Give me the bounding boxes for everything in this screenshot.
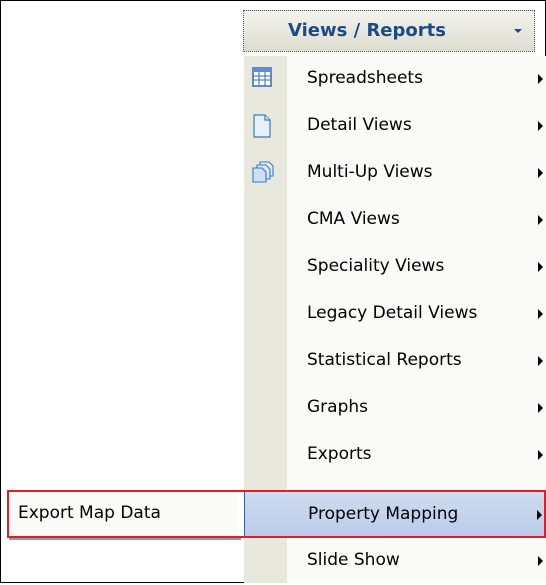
menu-item-label: Legacy Detail Views <box>307 303 478 323</box>
menu-item-label: Slide Show <box>307 550 400 570</box>
submenu-arrow-icon <box>538 74 543 84</box>
submenu-item-label: Export Map Data <box>18 503 161 523</box>
menu-item-label: Speciality Views <box>307 256 445 276</box>
submenu-arrow-icon <box>538 356 543 366</box>
menu-item-label: Spreadsheets <box>307 68 423 88</box>
property-mapping-submenu: Export Map Data <box>7 491 238 537</box>
multi-document-icon <box>252 161 274 185</box>
submenu-arrow-icon <box>538 121 543 131</box>
views-reports-menu-button[interactable]: Views / Reports <box>243 10 535 52</box>
views-reports-dropdown-menu: Spreadsheets Detail Views Multi-Up Views… <box>244 56 546 583</box>
menu-item-speciality-views[interactable]: Speciality Views <box>244 244 546 291</box>
menu-item-detail-views[interactable]: Detail Views <box>244 103 546 150</box>
chevron-down-icon <box>514 29 522 33</box>
menu-item-label: Exports <box>307 444 372 464</box>
menu-item-multi-up-views[interactable]: Multi-Up Views <box>244 150 546 197</box>
document-icon <box>252 114 274 138</box>
menu-item-cma-views[interactable]: CMA Views <box>244 197 546 244</box>
menu-item-label: Property Mapping <box>308 504 459 524</box>
menu-item-slide-show[interactable]: Slide Show <box>244 538 546 585</box>
menu-item-graphs[interactable]: Graphs <box>244 385 546 432</box>
views-reports-label: Views / Reports <box>288 20 446 41</box>
menu-item-label: Multi-Up Views <box>307 162 433 182</box>
menu-item-statistical-reports[interactable]: Statistical Reports <box>244 338 546 385</box>
menu-item-label: CMA Views <box>307 209 400 229</box>
submenu-arrow-icon <box>538 262 543 272</box>
menu-item-label: Graphs <box>307 397 369 417</box>
submenu-arrow-icon <box>537 510 542 520</box>
submenu-arrow-icon <box>538 309 543 319</box>
submenu-shadow <box>9 537 241 540</box>
menu-item-exports[interactable]: Exports <box>244 432 546 479</box>
submenu-arrow-icon <box>538 215 543 225</box>
menu-item-property-mapping[interactable]: Property Mapping <box>244 491 546 538</box>
submenu-arrow-icon <box>538 556 543 566</box>
submenu-arrow-icon <box>538 168 543 178</box>
menu-item-label: Detail Views <box>307 115 412 135</box>
submenu-arrow-icon <box>538 403 543 413</box>
spreadsheet-icon <box>252 67 274 91</box>
menu-item-spreadsheets[interactable]: Spreadsheets <box>244 56 546 103</box>
submenu-arrow-icon <box>538 450 543 460</box>
menu-item-label: Statistical Reports <box>307 350 462 370</box>
menu-item-legacy-detail-views[interactable]: Legacy Detail Views <box>244 291 546 338</box>
